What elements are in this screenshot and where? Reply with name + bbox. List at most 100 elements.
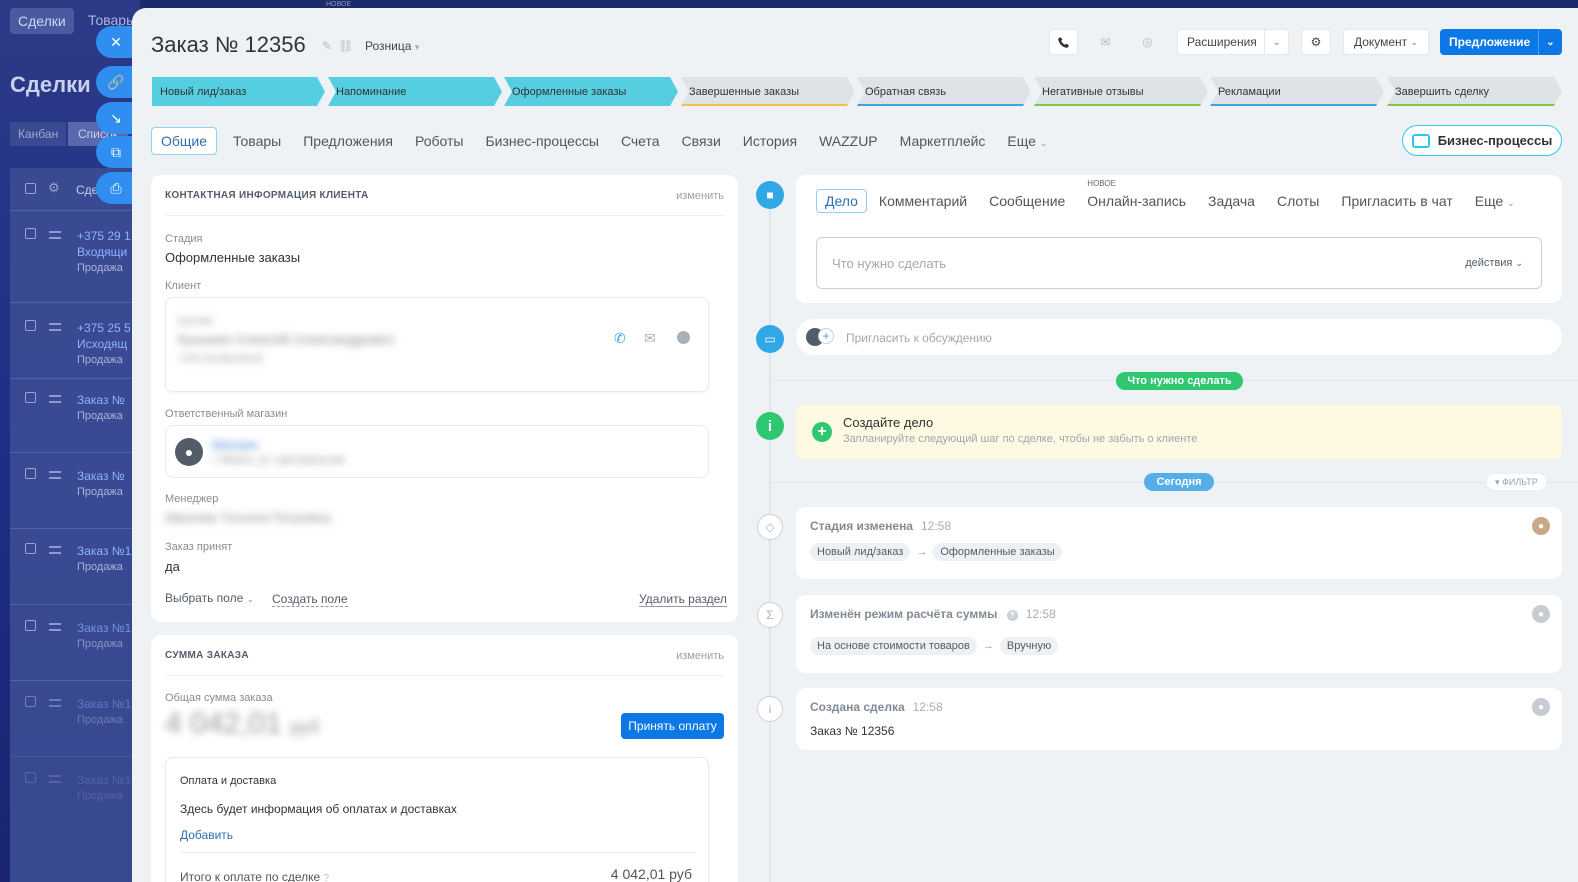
top-tab-deals[interactable]: Сделки [10,8,74,34]
list-item[interactable]: Заказ №1 Продажа [77,620,131,652]
tab-message[interactable]: Сообщение [989,193,1065,217]
view-kanban[interactable]: Канбан [10,122,67,146]
invite-discussion[interactable]: + Пригласить к обсуждению [796,319,1562,355]
avatar[interactable]: ● [1532,698,1550,716]
row-checkbox[interactable] [25,696,36,707]
tab-more[interactable]: Еще ⌄ [1475,193,1515,217]
mail-icon[interactable]: ✉ [1091,29,1120,55]
create-deal-banner[interactable]: + Создайте дело Запланируйте следующий ш… [796,405,1562,459]
print-icon[interactable]: ⎙ [96,172,136,204]
activity-icon: ■ [756,181,784,209]
shop-name[interactable]: Магазин [212,438,258,452]
tab-more[interactable]: Еще ⌄ [1007,133,1047,149]
menu-icon[interactable] [49,471,61,479]
tab-invite-chat[interactable]: Пригласить в чат [1341,193,1452,217]
menu-icon[interactable] [49,395,61,403]
row-checkbox[interactable] [25,620,36,631]
stage-feedback[interactable]: Обратная связь [857,77,1031,106]
open-new-window-icon[interactable]: ⧉ [96,136,136,168]
chat-icon[interactable] [677,331,690,344]
stage-completed-orders[interactable]: Завершенные заказы [681,77,855,106]
help-icon[interactable]: ? [324,873,330,882]
chat-icon[interactable]: ◎ [1133,29,1162,55]
stage-orders-placed[interactable]: Оформленные заказы [504,77,678,106]
tab-business-processes[interactable]: Бизнес-процессы [485,133,598,149]
settings-icon[interactable]: ⚙ [48,180,60,196]
row-checkbox[interactable] [25,772,36,783]
tab-deal[interactable]: Дело [816,189,867,213]
select-all-checkbox[interactable] [25,183,36,194]
category-dropdown[interactable]: Розница ▾ [365,39,419,53]
tab-links[interactable]: Связи [682,133,721,149]
row-checkbox[interactable] [25,392,36,403]
menu-icon[interactable] [49,623,61,631]
todo-input[interactable]: Что нужно сделать действия ⌄ [816,237,1542,289]
close-icon[interactable]: ✕ [96,26,136,58]
row-checkbox[interactable] [25,543,36,554]
tab-slots[interactable]: Слоты [1277,193,1319,217]
list-item[interactable]: Заказ № Продажа [77,468,125,500]
client-name[interactable]: Кузьмин Алексей Александрович [178,331,394,347]
menu-icon[interactable] [49,323,61,331]
minimize-icon[interactable]: ↘ [96,102,136,134]
event-sum-mode-changed: Изменён режим расчёта суммы ? 12:58 ● На … [796,595,1562,673]
accept-payment-button[interactable]: Принять оплату [621,713,724,739]
stage-finish-deal[interactable]: Завершить сделку [1387,77,1562,106]
business-process-button[interactable]: Бизнес-процессы [1402,125,1562,156]
list-item[interactable]: +375 29 1 Входящи Продажа [77,228,131,276]
tab-wazzup[interactable]: WAZZUP [819,133,878,149]
tab-task[interactable]: Задача [1208,193,1255,217]
menu-icon[interactable] [49,775,61,783]
tab-general[interactable]: Общие [151,127,218,155]
mail-icon[interactable]: ✉ [644,330,656,347]
pencil-icon[interactable]: ✎ [322,39,338,53]
help-icon[interactable]: ? [1006,610,1018,621]
stage-negative-reviews[interactable]: Негативные отзывы [1034,77,1208,106]
document-button[interactable]: Документ ⌄ [1343,29,1429,55]
list-item[interactable]: +375 25 5 Исходящ Продажа [77,320,131,368]
phone-icon[interactable]: ✆ [614,330,626,347]
edit-link[interactable]: изменить [676,190,724,202]
filter-button[interactable]: ▾ ФИЛЬТР [1487,474,1546,490]
plus-icon[interactable]: + [818,328,834,344]
list-item[interactable]: Заказ №1 Продажа [77,696,131,728]
avatar[interactable]: ● [1532,517,1550,535]
menu-icon[interactable] [49,699,61,707]
tab-offers[interactable]: Предложения [303,133,393,149]
edit-link[interactable]: изменить [676,650,724,662]
deal-link[interactable]: Заказ № 12356 [810,724,894,738]
extensions-button[interactable]: Расширения ⌄ [1177,29,1289,55]
choose-field-dropdown[interactable]: Выбрать поле ⌄ [165,591,254,605]
chevron-down-icon[interactable]: ⌄ [1538,29,1562,55]
row-checkbox[interactable] [25,228,36,239]
menu-icon[interactable] [49,231,61,239]
tab-online-booking[interactable]: НОВОЕ Онлайн-запись [1087,179,1186,217]
tab-invoices[interactable]: Счета [621,133,660,149]
row-checkbox[interactable] [25,468,36,479]
link-icon[interactable]: ⛓ [338,39,359,53]
add-payment-link[interactable]: Добавить [180,828,233,842]
tab-marketplace[interactable]: Маркетплейс [900,133,986,149]
phone-icon[interactable] [1049,29,1078,55]
list-item[interactable]: Заказ № Продажа [77,392,125,424]
offer-button[interactable]: Предложение ⌄ [1440,29,1562,55]
row-checkbox[interactable] [25,320,36,331]
add-icon[interactable]: + [812,422,832,442]
stage-reminder[interactable]: Напоминание [328,77,502,106]
avatar[interactable]: ● [1532,605,1550,623]
link-icon[interactable]: 🔗 [96,66,136,98]
stage-complaints[interactable]: Рекламации [1210,77,1384,106]
tab-history[interactable]: История [743,133,797,149]
menu-icon[interactable] [49,546,61,554]
create-field-link[interactable]: Создать поле [272,592,348,607]
actions-dropdown[interactable]: действия ⌄ [1465,257,1523,269]
stage-new-lead[interactable]: Новый лид/заказ [152,77,325,106]
list-item[interactable]: Заказ №1 Продажа [77,543,131,575]
tab-robots[interactable]: Роботы [415,133,463,149]
delete-section-link[interactable]: Удалить раздел [639,592,727,607]
chevron-down-icon[interactable]: ⌄ [1264,30,1288,54]
gear-icon[interactable]: ⚙ [1301,29,1331,55]
tab-comment[interactable]: Комментарий [879,193,967,217]
list-item[interactable]: Заказ №1 Продажа [77,772,131,804]
tab-products[interactable]: Товары [233,133,281,149]
